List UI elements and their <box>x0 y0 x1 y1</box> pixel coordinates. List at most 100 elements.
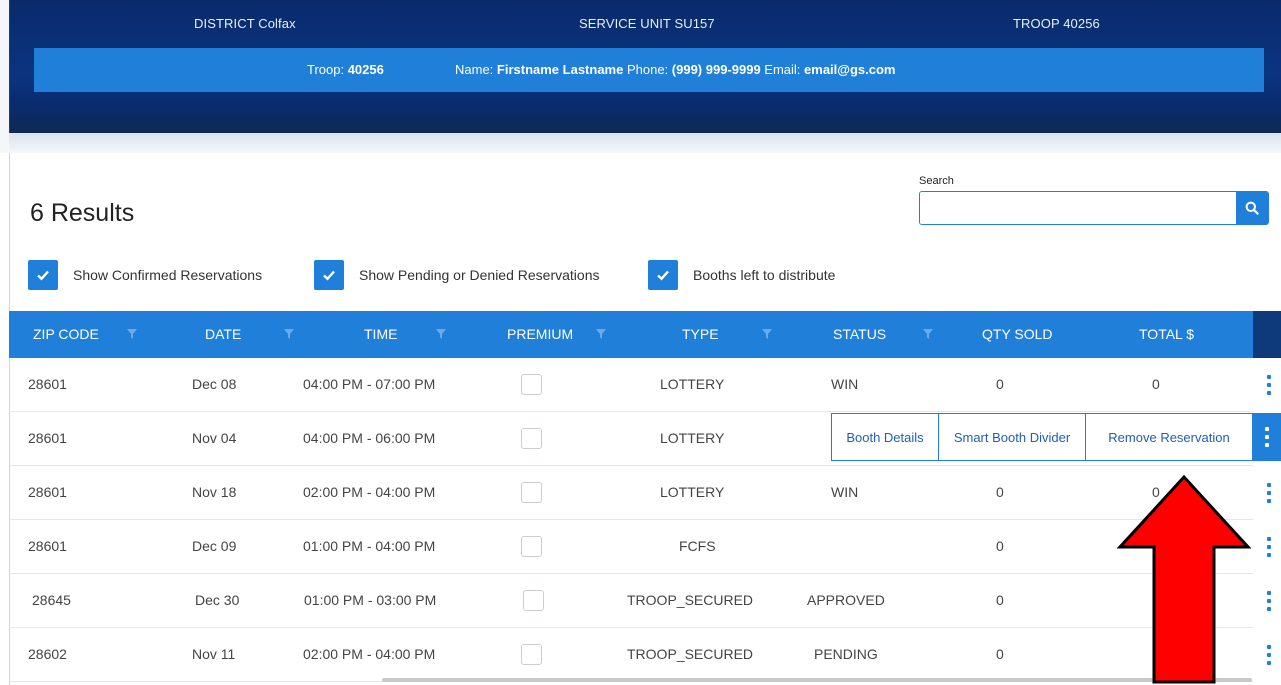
cell-zip: 28602 <box>28 646 67 662</box>
table-row: 28601 Dec 09 01:00 PM - 04:00 PM FCFS 0 <box>9 520 1271 574</box>
cell-qty: 0 <box>996 376 1004 392</box>
filter-pending-denied[interactable]: Show Pending or Denied Reservations <box>314 257 599 293</box>
cell-type: LOTTERY <box>660 376 725 392</box>
remove-reservation-button[interactable]: Remove Reservation <box>1086 414 1252 460</box>
filter-funnel-icon[interactable] <box>923 329 934 339</box>
checkmark-icon <box>37 270 49 281</box>
search-icon <box>1245 201 1259 215</box>
table-header: ZIP CODE DATE TIME PREMIUM TYPE STATUS Q… <box>9 311 1281 358</box>
phone-label: Phone: <box>623 62 672 77</box>
pending-denied-checkbox[interactable] <box>314 260 344 290</box>
filter-booths-left[interactable]: Booths left to distribute <box>648 257 835 293</box>
cell-time: 02:00 PM - 04:00 PM <box>303 646 436 662</box>
col-date-label: DATE <box>205 326 242 342</box>
premium-checkbox[interactable] <box>521 536 542 557</box>
booth-details-button[interactable]: Booth Details <box>832 414 939 460</box>
name-value: Firstname Lastname <box>496 62 624 77</box>
search-box <box>919 191 1269 225</box>
cell-qty: 0 <box>996 538 1004 554</box>
cell-zip: 28601 <box>28 376 67 392</box>
cell-time: 01:00 PM - 03:00 PM <box>304 592 437 608</box>
cell-date: Dec 08 <box>192 376 237 392</box>
name-label: Name: <box>455 62 497 77</box>
kebab-menu-icon[interactable] <box>1261 645 1277 665</box>
email-value: email@gs.com <box>804 62 896 77</box>
phone-value: (999) 999-9999 <box>671 62 761 77</box>
premium-checkbox[interactable] <box>521 644 542 665</box>
troop-info-bar: Troop: 40256 Name: Firstname Lastname Ph… <box>34 48 1264 92</box>
premium-checkbox[interactable] <box>521 374 542 395</box>
table-row: 28601 Nov 18 02:00 PM - 04:00 PM LOTTERY… <box>9 466 1271 520</box>
cell-zip: 28601 <box>28 430 67 446</box>
col-total-label: TOTAL $ <box>1139 326 1194 342</box>
active-kebab-button[interactable] <box>1253 413 1281 461</box>
cell-qty: 0 <box>996 592 1004 608</box>
cell-date: Dec 09 <box>192 538 237 554</box>
cell-date: Nov 04 <box>192 430 237 446</box>
col-date[interactable]: DATE <box>205 326 295 342</box>
cell-date: Nov 11 <box>192 646 236 662</box>
header-shadow <box>9 133 1281 153</box>
cell-time: 04:00 PM - 07:00 PM <box>303 376 436 392</box>
smart-booth-divider-button[interactable]: Smart Booth Divider <box>939 414 1086 460</box>
search-label: Search <box>919 175 954 187</box>
filter-funnel-icon[interactable] <box>284 329 295 339</box>
kebab-menu-icon[interactable] <box>1261 537 1277 557</box>
confirmed-checkbox[interactable] <box>28 260 58 290</box>
troop-info-label: Troop: <box>307 62 348 77</box>
col-time-label: TIME <box>364 326 398 342</box>
filter-confirmed[interactable]: Show Confirmed Reservations <box>28 257 262 293</box>
cell-zip: 28601 <box>28 484 67 500</box>
cell-status: APPROVED <box>807 592 885 608</box>
search-input[interactable] <box>920 192 1236 224</box>
col-total[interactable]: TOTAL $ <box>1139 326 1194 342</box>
cell-qty: 0 <box>996 646 1004 662</box>
filter-funnel-icon[interactable] <box>126 329 137 339</box>
col-time[interactable]: TIME <box>364 326 447 342</box>
kebab-menu-icon[interactable] <box>1259 427 1275 447</box>
kebab-menu-icon[interactable] <box>1261 591 1277 611</box>
col-premium-label: PREMIUM <box>507 326 574 342</box>
booths-left-checkbox[interactable] <box>648 260 678 290</box>
cell-total: 0 <box>1152 376 1160 392</box>
table-row: 28602 Nov 11 02:00 PM - 04:00 PM TROOP_S… <box>9 628 1271 682</box>
cell-time: 02:00 PM - 04:00 PM <box>303 484 436 500</box>
col-type[interactable]: TYPE <box>682 326 772 342</box>
cell-date: Nov 18 <box>192 484 237 500</box>
premium-checkbox[interactable] <box>521 482 542 503</box>
cell-zip: 28645 <box>32 592 71 608</box>
red-arrow-annotation <box>1117 474 1251 684</box>
col-zip-code[interactable]: ZIP CODE <box>33 326 137 342</box>
search-button[interactable] <box>1236 192 1268 224</box>
filter-funnel-icon[interactable] <box>761 329 772 339</box>
cell-date: Dec 30 <box>195 592 240 608</box>
service-unit-label: SERVICE UNIT SU157 <box>579 16 715 31</box>
cell-type: LOTTERY <box>660 430 725 446</box>
cell-type: TROOP_SECURED <box>627 592 754 608</box>
header-top-bar: DISTRICT Colfax SERVICE UNIT SU157 TROOP… <box>34 6 1264 48</box>
kebab-menu-icon[interactable] <box>1261 375 1277 395</box>
col-status-label: STATUS <box>833 326 887 342</box>
kebab-menu-icon[interactable] <box>1261 483 1277 503</box>
col-premium[interactable]: PREMIUM <box>507 326 607 342</box>
col-qty-sold-label: QTY SOLD <box>982 326 1053 342</box>
col-type-label: TYPE <box>682 326 719 342</box>
table-row: 28601 Dec 08 04:00 PM - 07:00 PM LOTTERY… <box>9 358 1271 412</box>
checkmark-icon <box>657 270 669 281</box>
pending-denied-label: Show Pending or Denied Reservations <box>359 267 600 283</box>
col-qty-sold[interactable]: QTY SOLD <box>982 326 1053 342</box>
cell-status: WIN <box>831 376 859 392</box>
filter-funnel-icon[interactable] <box>596 329 607 339</box>
premium-checkbox[interactable] <box>523 590 544 611</box>
filter-funnel-icon[interactable] <box>436 329 447 339</box>
results-count-title: 6 Results <box>30 199 135 227</box>
booths-left-label: Booths left to distribute <box>693 267 836 283</box>
col-status[interactable]: STATUS <box>833 326 934 342</box>
checkmark-icon <box>323 270 335 281</box>
table-row: 28645 Dec 30 01:00 PM - 03:00 PM TROOP_S… <box>9 574 1271 628</box>
district-label: DISTRICT Colfax <box>194 16 296 31</box>
troop-info: Troop: 40256 <box>307 62 384 77</box>
premium-checkbox[interactable] <box>521 428 542 449</box>
cell-qty: 0 <box>996 484 1004 500</box>
email-label: Email: <box>760 62 805 77</box>
